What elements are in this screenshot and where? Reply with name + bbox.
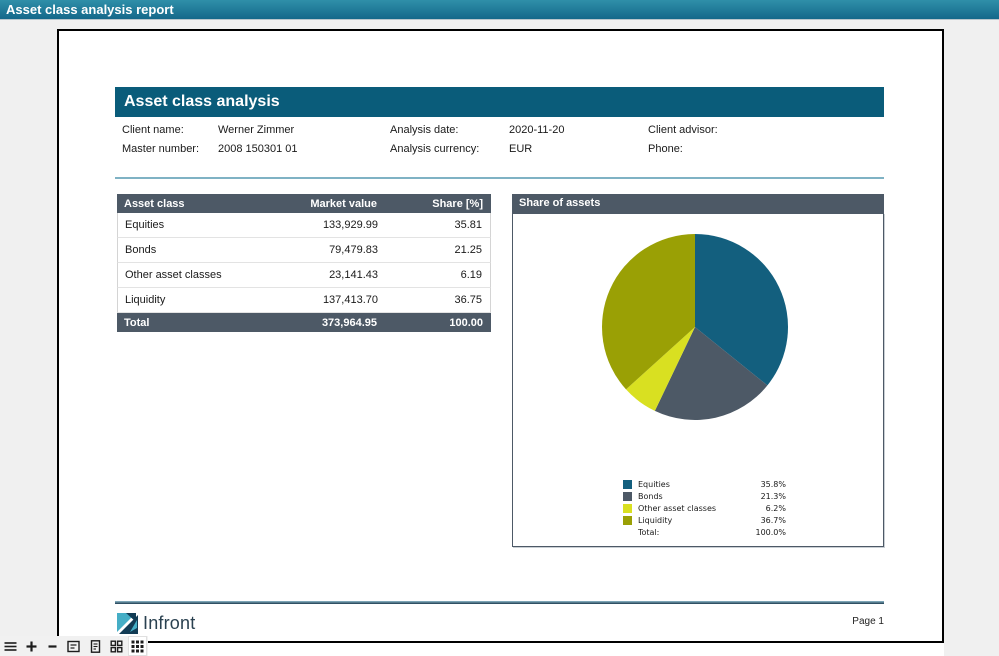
chart-title: Share of assets [519,197,600,209]
thumbnails-icon[interactable] [129,637,146,655]
brand-name: Infront [143,613,195,634]
legend-swatch [623,492,632,501]
table-row: Other asset classes23,141.436.19 [117,263,491,288]
legend-percentage: 36.7% [746,516,786,525]
header-divider-line [115,177,884,179]
legend-row: Bonds21.3% [623,490,786,502]
window-title-bar[interactable]: Asset class analysis report [0,0,999,20]
table-cell: Liquidity [118,294,288,306]
viewer-toolbar [0,636,148,656]
chart-body: Equities35.8%Bonds21.3%Other asset class… [512,213,884,547]
phone-label: Phone: [648,143,683,155]
infront-logo-icon [117,613,138,634]
table-row: Equities133,929.9935.81 [117,213,491,238]
table-cell: 36.75 [378,294,490,306]
table-cell: 6.19 [378,269,490,281]
legend-swatch [623,516,632,525]
table-cell: Other asset classes [118,269,288,281]
client-advisor-label: Client advisor: [648,124,718,136]
table-cell: 23,141.43 [288,269,378,281]
client-name-label: Client name: [122,124,184,136]
report-page: Asset class analysis Client name: Werner… [57,29,944,643]
chart-header-bar: Share of assets [512,194,884,213]
legend-label: Total: [638,528,746,537]
table-row: Liquidity137,413.7036.75 [117,288,491,313]
page-grid-icon[interactable] [108,637,125,655]
table-cell: 133,929.99 [288,219,378,231]
footer-divider-line [115,601,884,604]
table-cell: 21.25 [378,244,490,256]
legend-row: Equities35.8% [623,478,786,490]
client-name-value: Werner Zimmer [218,124,294,136]
asset-table-rows: Equities133,929.9935.81Bonds79,479.8321.… [117,213,491,313]
zoom-out-icon[interactable] [44,637,61,655]
analysis-currency-value: EUR [509,143,532,155]
total-share: 100.00 [377,317,491,329]
total-market-value: 373,964.95 [287,317,377,329]
asset-table-total-row: Total 373,964.95 100.00 [117,313,491,332]
analysis-currency-label: Analysis currency: [390,143,479,155]
legend-label: Equities [638,480,746,489]
table-cell: Bonds [118,244,288,256]
share-of-assets-panel: Share of assets Equities35.8%Bonds21.3%O… [512,194,884,547]
legend-label: Other asset classes [638,504,746,513]
table-row: Bonds79,479.8321.25 [117,238,491,263]
legend-percentage: 35.8% [746,480,786,489]
legend-percentage: 21.3% [746,492,786,501]
legend-label: Bonds [638,492,746,501]
master-number-value: 2008 150301 01 [218,143,298,155]
table-cell: 137,413.70 [288,294,378,306]
table-cell: 79,479.83 [288,244,378,256]
single-page-icon[interactable] [87,637,104,655]
legend-percentage: 6.2% [746,504,786,513]
legend-swatch [623,480,632,489]
legend-row: Total:100.0% [623,526,786,538]
report-title: Asset class analysis [124,93,280,110]
brand-footer: Infront [117,612,195,634]
legend-label: Liquidity [638,516,746,525]
app-window: { "window": { "title": "Asset class anal… [0,0,999,656]
analysis-date-value: 2020-11-20 [509,124,564,136]
legend-swatch [623,504,632,513]
page-number: Page 1 [824,616,884,627]
fit-page-icon[interactable] [65,637,82,655]
total-label: Total [117,317,287,329]
report-header-bar: Asset class analysis [115,87,884,117]
asset-class-table: Asset class Market value Share [%] Equit… [117,194,491,332]
master-number-label: Master number: [122,143,199,155]
legend-row: Other asset classes6.2% [623,502,786,514]
col-header-share: Share [%] [377,198,491,210]
col-header-asset-class: Asset class [117,198,287,210]
analysis-date-label: Analysis date: [390,124,458,136]
window-title: Asset class analysis report [6,2,174,17]
legend-percentage: 100.0% [746,528,786,537]
zoom-in-icon[interactable] [23,637,40,655]
pie-legend: Equities35.8%Bonds21.3%Other asset class… [623,478,786,538]
legend-row: Liquidity36.7% [623,514,786,526]
table-cell: 35.81 [378,219,490,231]
menu-icon[interactable] [2,637,19,655]
asset-table-header: Asset class Market value Share [%] [117,194,491,213]
legend-swatch-empty [623,528,632,537]
col-header-market-value: Market value [287,198,377,210]
table-cell: Equities [118,219,288,231]
